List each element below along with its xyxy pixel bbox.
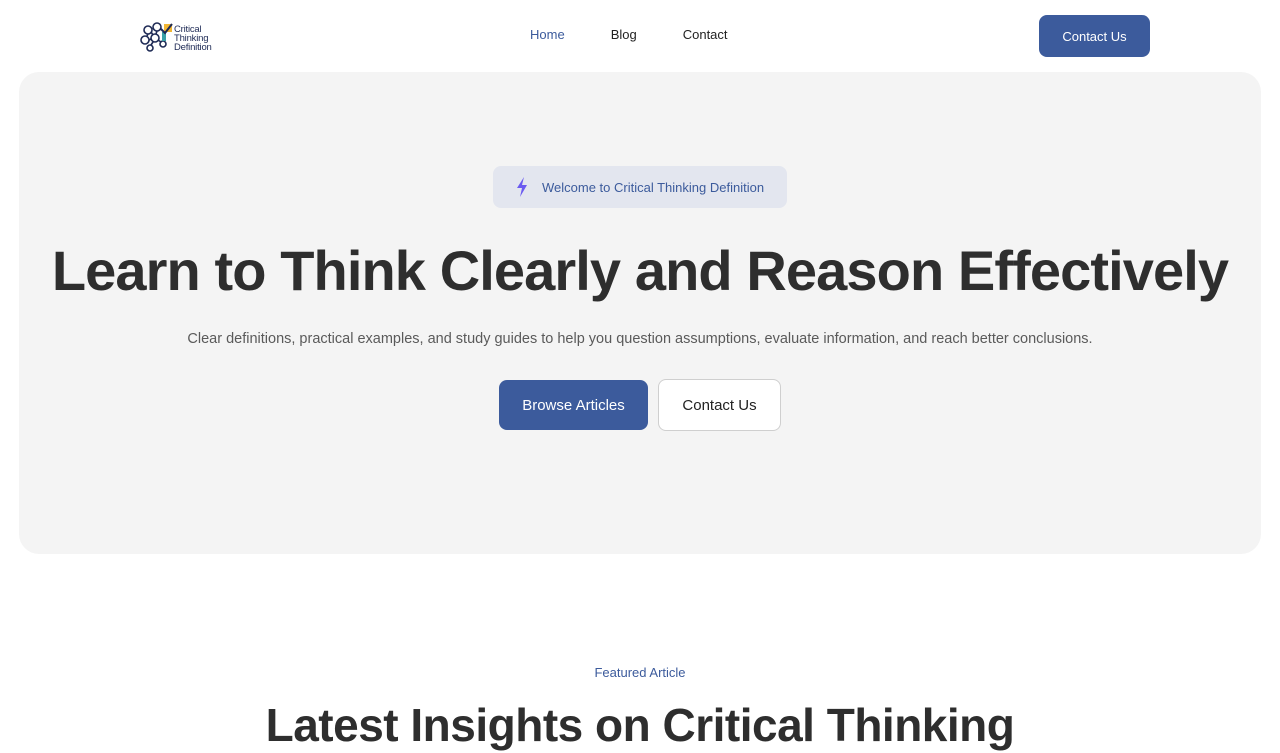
welcome-badge: Welcome to Critical Thinking Definition	[493, 166, 787, 208]
hero-title: Learn to Think Clearly and Reason Effect…	[51, 239, 1229, 302]
site-header: Critical Thinking Definition Home Blog C…	[0, 0, 1280, 72]
hero-contact-us-button[interactable]: Contact Us	[658, 379, 781, 431]
nav-blog-link[interactable]: Blog	[611, 27, 637, 42]
header-contact-us-button[interactable]: Contact Us	[1039, 15, 1150, 57]
featured-section-title: Latest Insights on Critical Thinking	[265, 699, 1015, 751]
featured-article-label: Featured Article	[594, 665, 686, 680]
site-logo[interactable]: Critical Thinking Definition	[139, 20, 219, 54]
welcome-badge-text: Welcome to Critical Thinking Definition	[542, 179, 765, 195]
hero-subtitle: Clear definitions, practical examples, a…	[187, 331, 1093, 347]
brain-network-logo-icon	[140, 22, 173, 52]
logo-line-3: Definition	[174, 41, 212, 53]
hero-section: Welcome to Critical Thinking Definition …	[19, 72, 1261, 554]
lightning-icon	[517, 177, 527, 197]
nav-home-link[interactable]: Home	[530, 27, 565, 42]
nav-contact-link[interactable]: Contact	[683, 27, 728, 42]
browse-articles-button[interactable]: Browse Articles	[499, 380, 648, 430]
logo-text: Critical Thinking Definition	[174, 24, 212, 53]
main-nav: Home Blog Contact	[530, 27, 728, 42]
